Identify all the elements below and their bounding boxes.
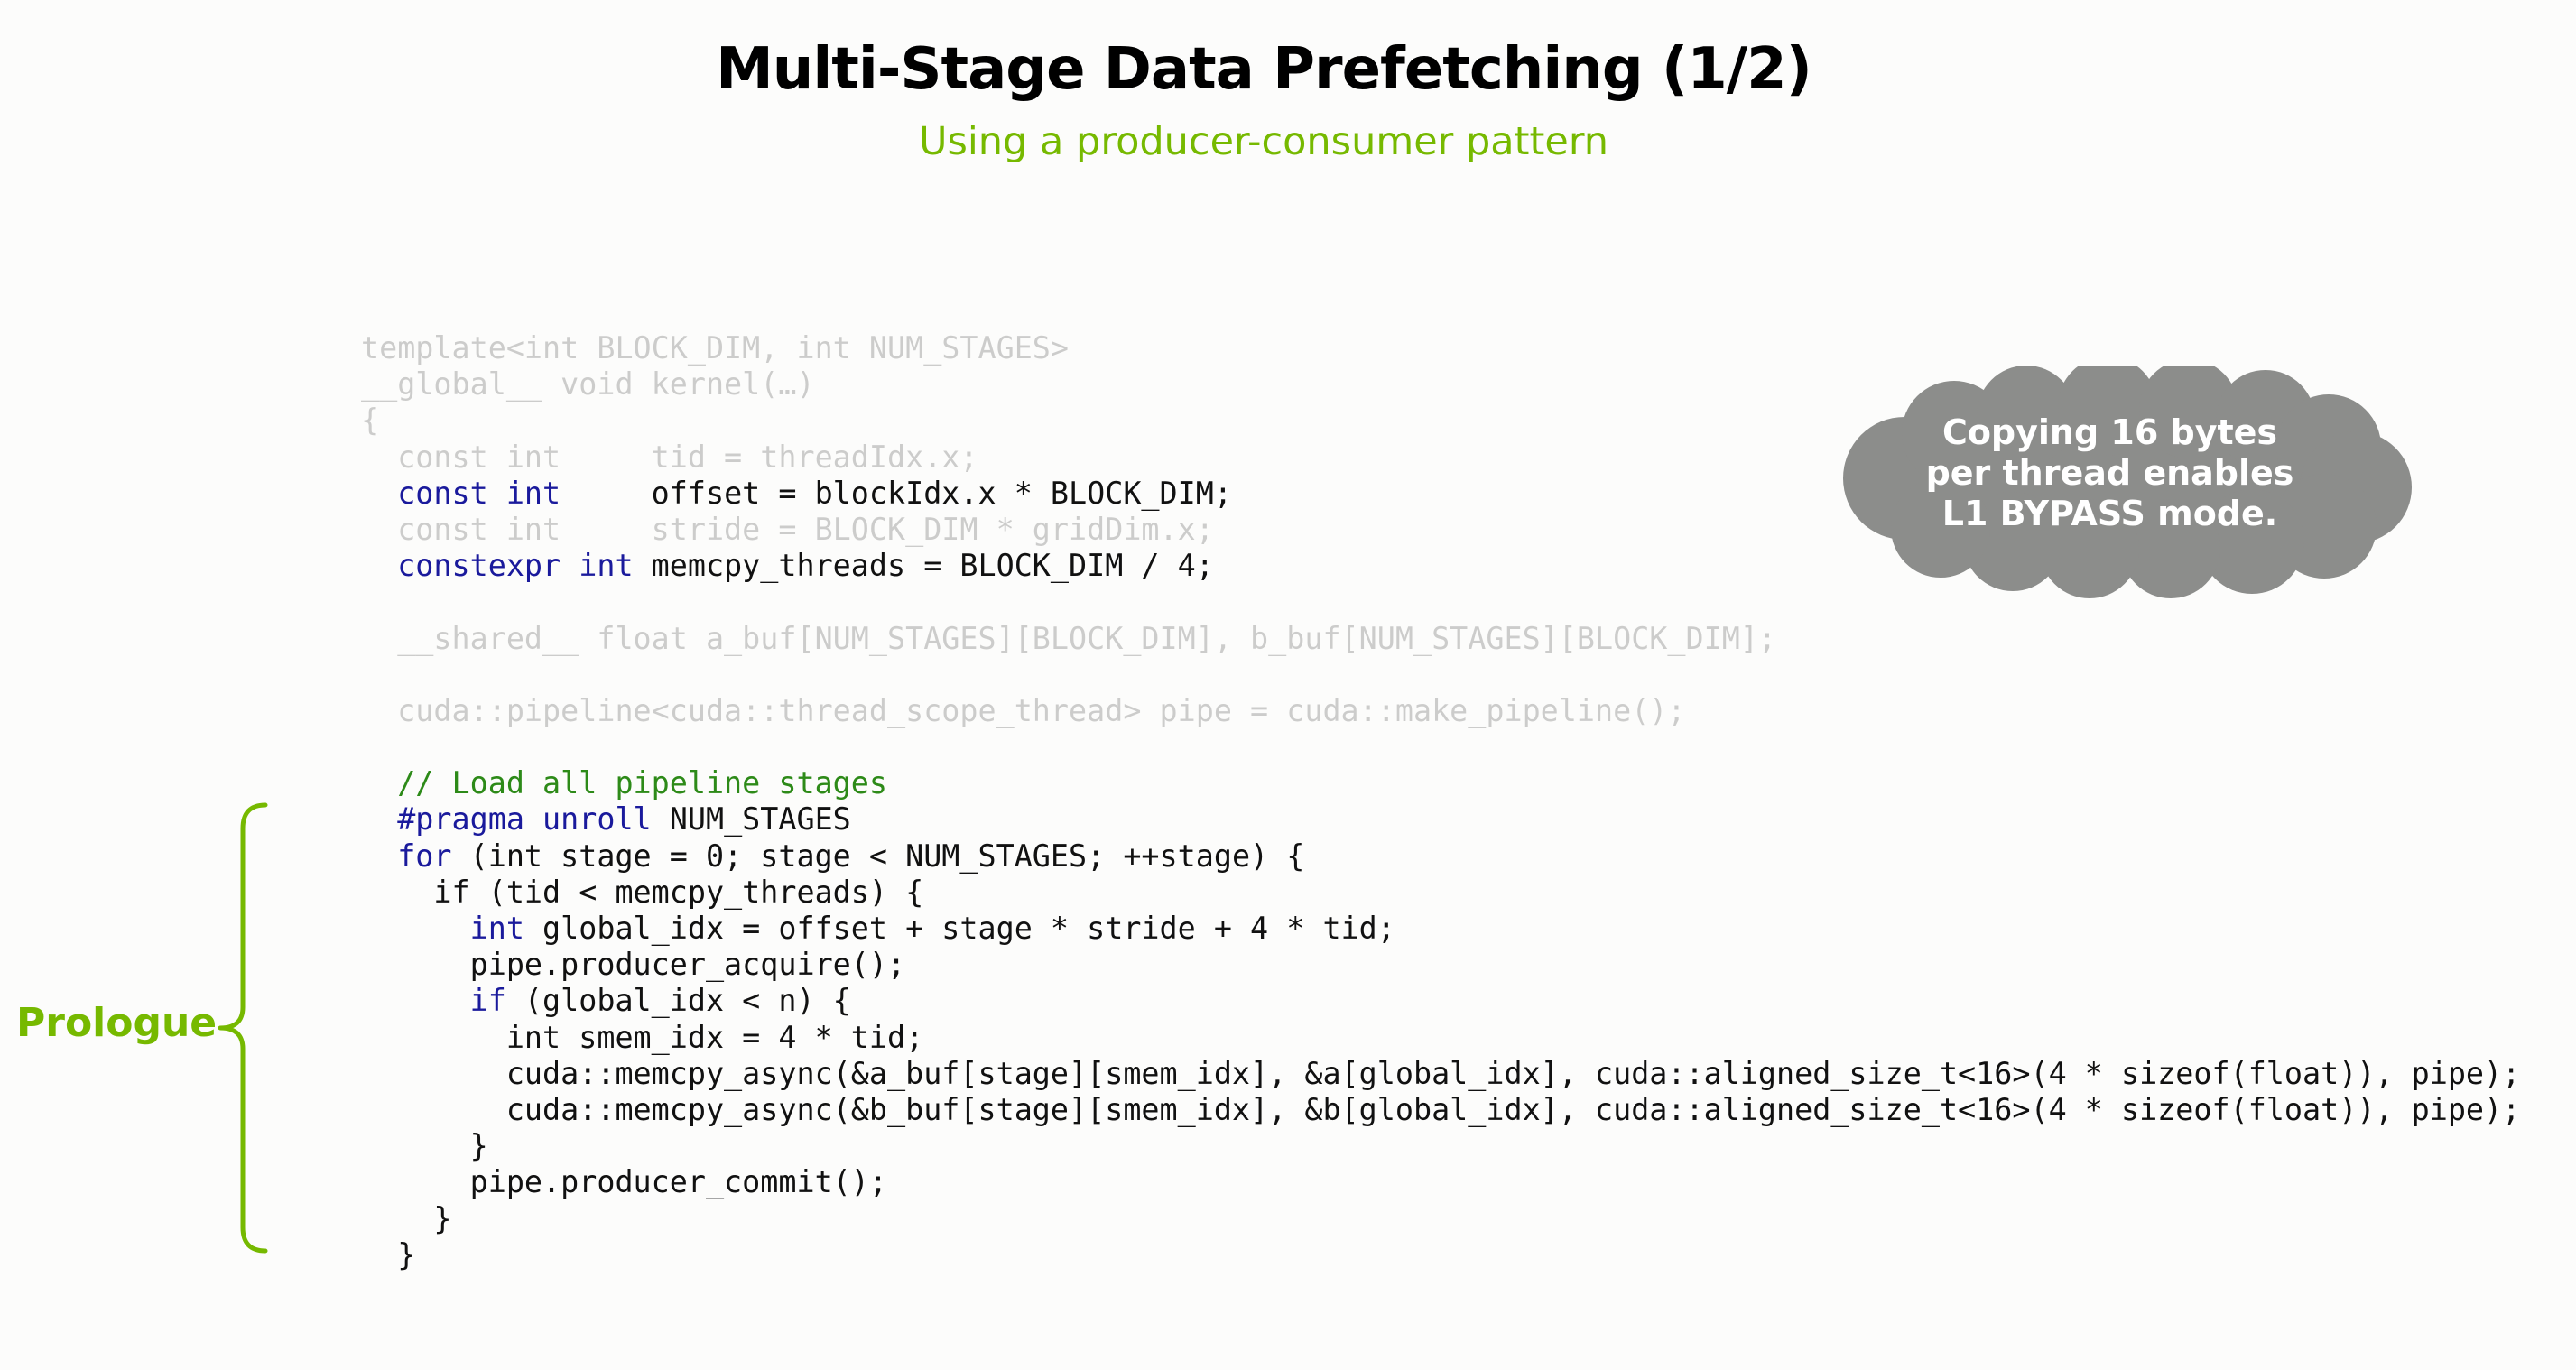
code-comment: // Load all pipeline stages [361,765,887,801]
code-keyword: #pragma unroll [361,801,652,838]
code-line: cuda::memcpy_async(&b_buf[stage][smem_id… [361,1092,2520,1128]
code-line: cuda::pipeline<cuda::thread_scope_thread… [361,693,2520,729]
code-line: int smem_idx = 4 * tid; [361,1020,2520,1056]
code-line: constexpr int memcpy_threads = BLOCK_DIM… [361,548,2520,584]
code-line: } [361,1237,2520,1273]
code-line: const int stride = BLOCK_DIM * gridDim.x… [361,512,2520,548]
code-line: cuda::memcpy_async(&a_buf[stage][smem_id… [361,1056,2520,1092]
code-line: __shared__ float a_buf[NUM_STAGES][BLOCK… [361,621,2520,657]
code-keyword: constexpr int [361,548,634,584]
code-line: { [361,403,2520,439]
code-line: // Load all pipeline stages [361,765,2520,801]
code-text: } [361,1128,488,1164]
code-line: if (tid < memcpy_threads) { [361,875,2520,911]
code-text: if (tid < memcpy_threads) { [361,874,924,910]
code-text: pipe.producer_acquire(); [361,947,906,983]
code-line: int global_idx = offset + stage * stride… [361,911,2520,947]
code-text: } [361,1236,416,1273]
code-text: offset = blockIdx.x * BLOCK_DIM; [561,475,1232,511]
slide-title: Multi-Stage Data Prefetching (1/2) [716,36,1812,103]
code-text: int smem_idx = 4 * tid; [361,1019,924,1055]
code-keyword: if [361,983,506,1019]
code-text: global_idx = offset + stage * stride + 4… [524,911,1395,946]
code-text: const int stride = BLOCK_DIM * gridDim.x… [361,511,1214,547]
code-keyword: const int [361,475,561,511]
code-text: template<int BLOCK_DIM, int NUM_STAGES> [361,330,1070,366]
code-line: __global__ void kernel(…) [361,366,2520,403]
code-keyword: int [361,911,524,946]
code-line: const int offset = blockIdx.x * BLOCK_DI… [361,476,2520,512]
code-block: template<int BLOCK_DIM, int NUM_STAGES> _… [361,330,2520,1273]
code-line: #pragma unroll NUM_STAGES [361,801,2520,838]
code-text: (int stage = 0; stage < NUM_STAGES; ++st… [451,838,1305,874]
code-text: const int tid = threadIdx.x; [361,439,978,475]
code-text: } [361,1200,452,1236]
code-text: __global__ void kernel(…) [361,366,815,403]
code-text: NUM_STAGES [651,801,851,838]
code-text: cuda::memcpy_async(&a_buf[stage][smem_id… [361,1055,2521,1091]
prologue-brace [218,802,268,1254]
code-text: (global_idx < n) { [505,983,851,1019]
code-line: pipe.producer_commit(); [361,1164,2520,1200]
code-keyword: for [361,838,452,874]
code-line: } [361,1201,2520,1237]
code-text: cuda::pipeline<cuda::thread_scope_thread… [361,692,1686,728]
code-text: cuda::memcpy_async(&b_buf[stage][smem_id… [361,1091,2521,1127]
prologue-label: Prologue [16,1000,218,1046]
code-line: if (global_idx < n) { [361,983,2520,1019]
code-text: { [361,403,380,439]
code-line: template<int BLOCK_DIM, int NUM_STAGES> [361,330,2520,366]
code-line: pipe.producer_acquire(); [361,947,2520,983]
code-line: const int tid = threadIdx.x; [361,440,2520,476]
code-line: for (int stage = 0; stage < NUM_STAGES; … [361,838,2520,875]
code-text: memcpy_threads = BLOCK_DIM / 4; [633,548,1214,584]
code-line: } [361,1128,2520,1164]
code-text: __shared__ float a_buf[NUM_STAGES][BLOCK… [361,620,1777,656]
slide-subtitle: Using a producer-consumer pattern [918,119,1609,164]
code-text: pipe.producer_commit(); [361,1164,887,1200]
